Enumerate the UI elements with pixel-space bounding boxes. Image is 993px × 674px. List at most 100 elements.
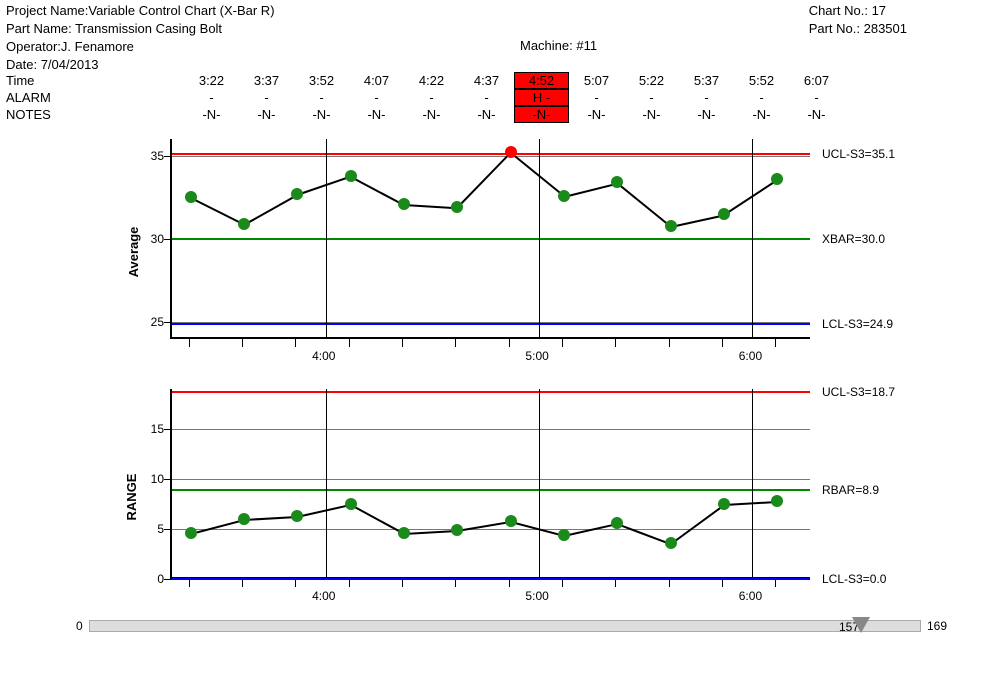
data-point[interactable] <box>398 527 410 539</box>
table-cell: -N- <box>624 106 679 123</box>
table-cell: - <box>349 89 404 106</box>
table-cell: 3:22 <box>184 72 239 89</box>
x-tick-label: 5:00 <box>525 589 548 603</box>
data-point[interactable] <box>238 218 250 230</box>
y-axis-label: RANGE <box>124 474 139 521</box>
y-tick: 35 <box>151 149 164 163</box>
table-cell: - <box>294 89 349 106</box>
data-point[interactable] <box>505 146 517 158</box>
subgroup-slider[interactable]: 0 157 169 <box>70 619 953 633</box>
table-cell: -N- <box>349 106 404 123</box>
table-cell: 3:37 <box>239 72 294 89</box>
data-point[interactable] <box>665 220 677 232</box>
limit-label: XBAR=30.0 <box>822 232 885 246</box>
x-tick-label: 4:00 <box>312 349 335 363</box>
table-cell: 5:22 <box>624 72 679 89</box>
table-cell: -N- <box>239 106 294 123</box>
data-point[interactable] <box>451 201 463 213</box>
header-right: Chart No.: 17 Part No.: 283501 <box>809 2 987 74</box>
slider-min: 0 <box>70 619 89 633</box>
table-cell: 4:52 <box>514 72 569 89</box>
table-cell: - <box>404 89 459 106</box>
table-cell: - <box>239 89 294 106</box>
table-cell: - <box>789 89 844 106</box>
data-point[interactable] <box>718 208 730 220</box>
table-cell: -N- <box>294 106 349 123</box>
x-tick-label: 6:00 <box>739 589 762 603</box>
y-tick: 0 <box>157 572 164 586</box>
table-cell: -N- <box>734 106 789 123</box>
table-cell: 5:52 <box>734 72 789 89</box>
limit-label: UCL-S3=35.1 <box>822 147 895 161</box>
partno-value: 283501 <box>864 21 907 36</box>
data-point[interactable] <box>185 527 197 539</box>
table-cell: - <box>679 89 734 106</box>
table-cell: 5:07 <box>569 72 624 89</box>
table-cell: 6:07 <box>789 72 844 89</box>
table-cell: -N- <box>184 106 239 123</box>
table-cell: - <box>459 89 514 106</box>
table-cell: -N- <box>404 106 459 123</box>
table-cell: -N- <box>459 106 514 123</box>
data-point[interactable] <box>505 515 517 527</box>
data-point[interactable] <box>238 513 250 525</box>
row-time-label: Time <box>6 73 184 88</box>
table-cell: - <box>569 89 624 106</box>
table-cell: H - <box>514 89 569 106</box>
row-alarm-label: ALARM <box>6 90 184 105</box>
data-point[interactable] <box>291 510 303 522</box>
data-point[interactable] <box>291 188 303 200</box>
header-left: Project Name:Variable Control Chart (X-B… <box>6 2 275 74</box>
data-point[interactable] <box>558 190 570 202</box>
table-cell: - <box>184 89 239 106</box>
table-cell: - <box>734 89 789 106</box>
limit-label: LCL-S3=24.9 <box>822 317 893 331</box>
data-point[interactable] <box>771 495 783 507</box>
y-tick: 30 <box>151 232 164 246</box>
table-cell: -N- <box>514 106 569 123</box>
x-tick-label: 6:00 <box>739 349 762 363</box>
y-tick: 25 <box>151 315 164 329</box>
table-cell: -N- <box>789 106 844 123</box>
slider-max: 169 <box>921 619 953 633</box>
data-point[interactable] <box>558 529 570 541</box>
table-cell: 4:07 <box>349 72 404 89</box>
table-cell: -N- <box>569 106 624 123</box>
y-tick: 15 <box>151 422 164 436</box>
data-point[interactable] <box>771 173 783 185</box>
data-point[interactable] <box>718 498 730 510</box>
data-point[interactable] <box>611 176 623 188</box>
project-label: Project Name: <box>6 3 88 18</box>
chartno-label: Chart No.: <box>809 3 868 18</box>
table-cell: 3:52 <box>294 72 349 89</box>
data-point[interactable] <box>665 537 677 549</box>
x-tick-label: 4:00 <box>312 589 335 603</box>
partno-label: Part No.: <box>809 21 860 36</box>
machine-label-block: Machine: #11 <box>520 38 597 53</box>
y-tick: 5 <box>157 522 164 536</box>
data-point[interactable] <box>185 191 197 203</box>
y-tick: 10 <box>151 472 164 486</box>
table-cell: -N- <box>679 106 734 123</box>
chart-plot: 051015UCL-S3=18.7RBAR=8.9LCL-S3=0.0 <box>170 389 810 579</box>
data-point[interactable] <box>451 524 463 536</box>
project-name: Variable Control Chart (X-Bar R) <box>88 3 274 18</box>
data-point[interactable] <box>611 517 623 529</box>
operator-label: Operator: <box>6 39 61 54</box>
data-point[interactable] <box>345 170 357 182</box>
data-point[interactable] <box>398 198 410 210</box>
data-point[interactable] <box>345 498 357 510</box>
limit-label: UCL-S3=18.7 <box>822 385 895 399</box>
table-cell: 5:37 <box>679 72 734 89</box>
part-name: Transmission Casing Bolt <box>75 21 222 36</box>
limit-label: LCL-S3=0.0 <box>822 572 886 586</box>
slider-track[interactable]: 157 <box>89 620 921 632</box>
row-notes-label: NOTES <box>6 107 184 122</box>
y-axis-label: Average <box>126 227 141 278</box>
table-cell: 4:37 <box>459 72 514 89</box>
slider-thumb-icon[interactable] <box>852 617 870 633</box>
operator-name: J. Fenamore <box>61 39 134 54</box>
chart-plot: 253035UCL-S3=35.1XBAR=30.0LCL-S3=24.9 <box>170 139 810 339</box>
limit-label: RBAR=8.9 <box>822 483 879 497</box>
date-label: Date: <box>6 57 37 72</box>
